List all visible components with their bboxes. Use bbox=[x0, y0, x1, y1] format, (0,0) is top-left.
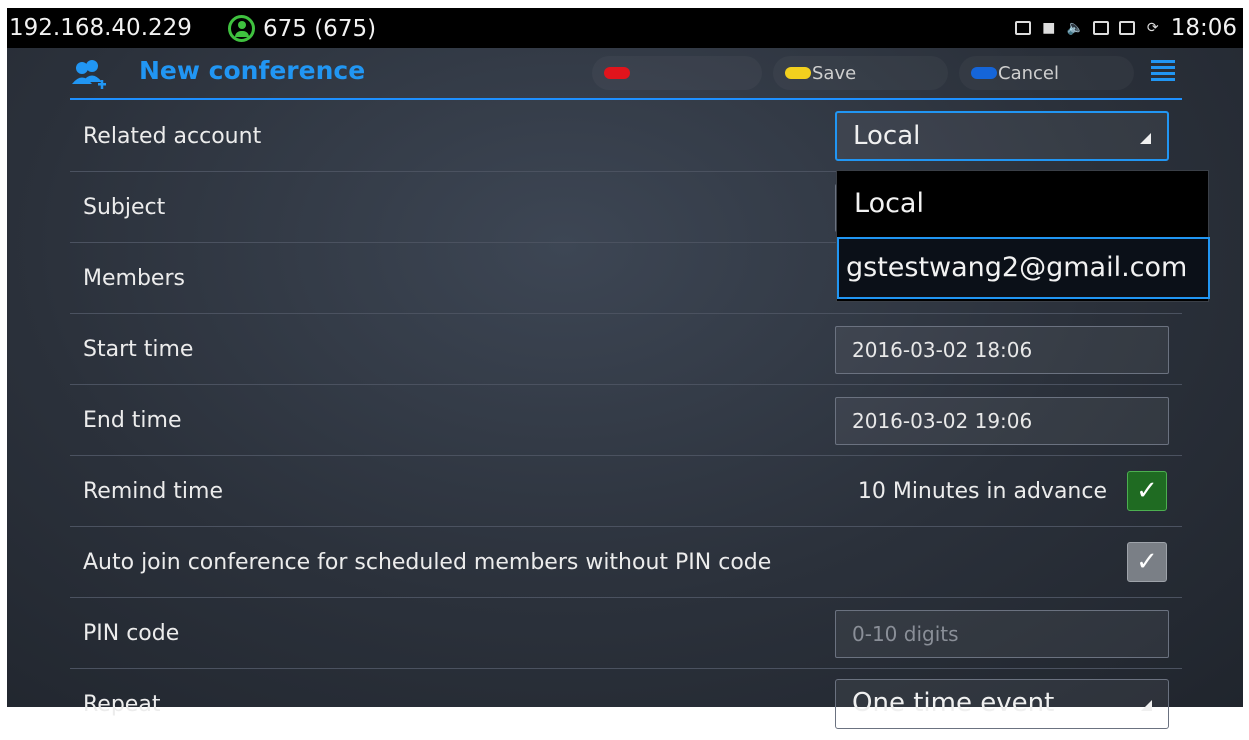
members-label: Members bbox=[83, 266, 185, 291]
subject-label: Subject bbox=[83, 195, 166, 220]
repeat-row: Repeat One time event bbox=[70, 669, 1182, 740]
app-area: New conference Save Cancel Related accou… bbox=[7, 48, 1243, 729]
remind-time-value[interactable]: 10 Minutes in advance bbox=[858, 456, 1107, 527]
menu-icon[interactable] bbox=[1151, 60, 1175, 82]
add-conference-icon bbox=[72, 60, 106, 89]
pin-code-row: PIN code 0-10 digits bbox=[70, 598, 1182, 669]
start-time-label: Start time bbox=[83, 337, 194, 362]
cancel-label: Cancel bbox=[998, 62, 1059, 84]
remind-time-label: Remind time bbox=[83, 479, 223, 504]
repeat-label: Repeat bbox=[83, 692, 161, 717]
start-time-row: Start time 2016-03-02 18:06 bbox=[70, 314, 1182, 385]
dropdown-arrow-icon bbox=[1141, 700, 1152, 711]
pin-code-input[interactable]: 0-10 digits bbox=[835, 610, 1169, 658]
save-label: Save bbox=[812, 62, 857, 84]
related-account-value: Local bbox=[853, 121, 921, 151]
clock: 18:06 bbox=[1170, 15, 1237, 41]
page-title: New conference bbox=[139, 56, 366, 85]
dropdown-option-gmail[interactable]: gstestwang2@gmail.com bbox=[837, 237, 1210, 299]
end-time-label: End time bbox=[83, 408, 182, 433]
bag-icon: ■ bbox=[1042, 20, 1056, 36]
remind-time-row: Remind time 10 Minutes in advance ✓ bbox=[70, 456, 1182, 527]
dropdown-option-local[interactable]: Local bbox=[837, 173, 1210, 235]
volume-icon: 🔈 bbox=[1066, 20, 1085, 36]
image-icon bbox=[1014, 21, 1031, 35]
ip-address: 192.168.40.229 bbox=[9, 15, 192, 41]
pin-code-label: PIN code bbox=[83, 621, 180, 646]
auto-join-label: Auto join conference for scheduled membe… bbox=[83, 550, 772, 575]
auto-join-checkbox[interactable]: ✓ bbox=[1127, 542, 1167, 582]
softkey-red-button[interactable] bbox=[592, 56, 762, 90]
voicemail-icon bbox=[1092, 21, 1109, 35]
battery-icon bbox=[1118, 21, 1135, 35]
account-label: 675 (675) bbox=[263, 15, 377, 42]
related-account-label: Related account bbox=[83, 124, 262, 149]
end-time-field[interactable]: 2016-03-02 19:06 bbox=[835, 397, 1169, 445]
yellow-key-icon bbox=[785, 67, 811, 79]
dropdown-arrow-icon bbox=[1140, 133, 1151, 144]
repeat-value: One time event bbox=[852, 688, 1055, 718]
auto-join-row: Auto join conference for scheduled membe… bbox=[70, 527, 1182, 598]
red-key-icon bbox=[604, 67, 630, 79]
screen: 192.168.40.229 675 (675) ■ 🔈 ⟳ 18:06 New… bbox=[0, 0, 1249, 729]
account-dropdown-list: Local gstestwang2@gmail.com bbox=[836, 170, 1210, 302]
cancel-button[interactable]: Cancel bbox=[959, 56, 1134, 90]
end-time-row: End time 2016-03-02 19:06 bbox=[70, 385, 1182, 456]
sync-icon: ⟳ bbox=[1146, 20, 1159, 36]
repeat-select[interactable]: One time event bbox=[835, 679, 1169, 729]
account-icon bbox=[228, 15, 255, 42]
save-button[interactable]: Save bbox=[773, 56, 948, 90]
start-time-field[interactable]: 2016-03-02 18:06 bbox=[835, 326, 1169, 374]
title-bar: New conference Save Cancel bbox=[70, 48, 1182, 100]
remind-time-checkbox[interactable]: ✓ bbox=[1127, 471, 1167, 511]
account-status: 675 (675) bbox=[228, 15, 376, 42]
related-account-row: Related account Local bbox=[70, 101, 1182, 172]
related-account-select[interactable]: Local bbox=[835, 111, 1169, 161]
blue-key-icon bbox=[971, 67, 997, 79]
status-icons: ■ 🔈 ⟳ 18:06 bbox=[1014, 15, 1237, 41]
status-bar: 192.168.40.229 675 (675) ■ 🔈 ⟳ 18:06 bbox=[7, 8, 1243, 48]
